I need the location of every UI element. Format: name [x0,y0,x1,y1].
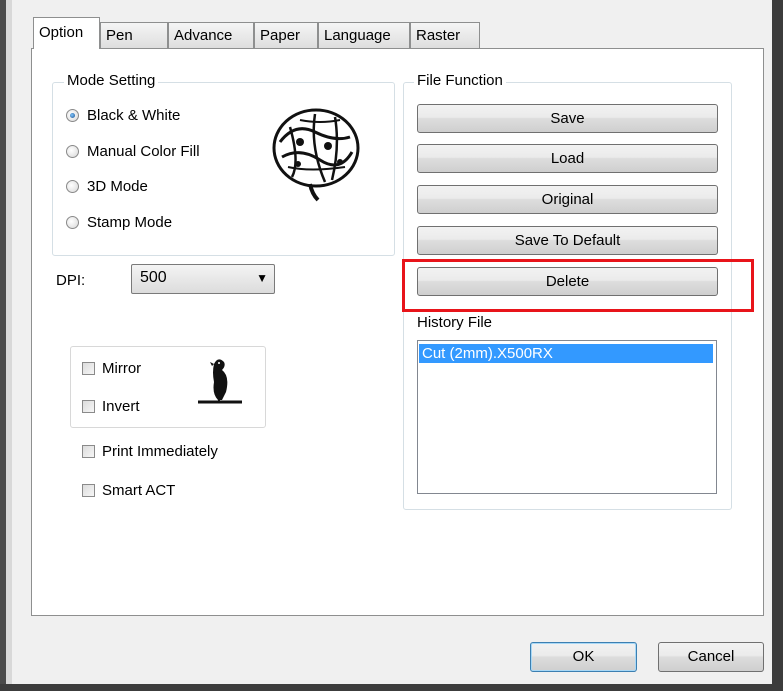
load-button[interactable]: Load [417,144,718,173]
brain-image-icon [272,108,360,202]
checkbox-icon[interactable] [82,399,95,413]
cancel-button[interactable]: Cancel [658,642,764,672]
save-button[interactable]: Save [417,104,718,133]
tab-raster[interactable]: Raster [410,22,480,48]
dropdown-arrow-icon: ▼ [256,271,268,285]
radio-icon[interactable] [66,215,79,229]
tab-paper[interactable]: Paper [254,22,318,48]
mirror-checkbox[interactable]: Mirror [82,358,141,378]
tab-option[interactable]: Option [33,17,100,49]
file-function-title: File Function [414,72,506,90]
window-frame-right [772,0,783,691]
save-to-default-button[interactable]: Save To Default [417,226,718,255]
radio-manual-color-fill[interactable]: Manual Color Fill [66,141,200,161]
checkbox-icon[interactable] [82,483,95,497]
invert-label: Invert [102,397,140,415]
ok-button[interactable]: OK [530,642,637,672]
history-file-list[interactable]: Cut (2mm).X500RX [417,340,717,494]
print-immediately-label: Print Immediately [102,442,218,460]
invert-checkbox[interactable]: Invert [82,396,140,416]
window-frame-left-inner [6,0,12,691]
smart-act-label: Smart ACT [102,481,176,499]
radio-label-3d-mode: 3D Mode [87,177,148,195]
radio-checked-icon[interactable] [66,108,79,122]
mode-setting-title: Mode Setting [64,72,159,90]
history-file-item[interactable]: Cut (2mm).X500RX [419,344,713,363]
bird-icon [198,359,242,404]
dpi-select[interactable]: 500 ▼ [131,264,275,294]
radio-label-manual-color-fill: Manual Color Fill [87,142,200,160]
tab-advance[interactable]: Advance [168,22,254,48]
window-frame-bottom [0,684,783,691]
dpi-value: 500 [140,269,167,286]
radio-icon[interactable] [66,179,79,193]
checkbox-icon[interactable] [82,444,95,458]
mirror-label: Mirror [102,359,142,377]
tab-language[interactable]: Language [318,22,410,48]
radio-label-stamp-mode: Stamp Mode [87,213,173,231]
radio-icon[interactable] [66,144,79,158]
tab-pen[interactable]: Pen [100,22,168,48]
radio-stamp-mode[interactable]: Stamp Mode [66,212,172,232]
original-button[interactable]: Original [417,185,718,214]
delete-button[interactable]: Delete [417,267,718,296]
radio-3d-mode[interactable]: 3D Mode [66,176,148,196]
dpi-label: DPI: [56,272,86,289]
radio-black-white[interactable]: Black & White [66,105,180,125]
print-immediately-checkbox[interactable]: Print Immediately [82,441,218,461]
smart-act-checkbox[interactable]: Smart ACT [82,480,175,500]
checkbox-icon[interactable] [82,361,95,375]
history-file-label: History File [417,314,493,331]
radio-label-black-white: Black & White [87,106,181,124]
